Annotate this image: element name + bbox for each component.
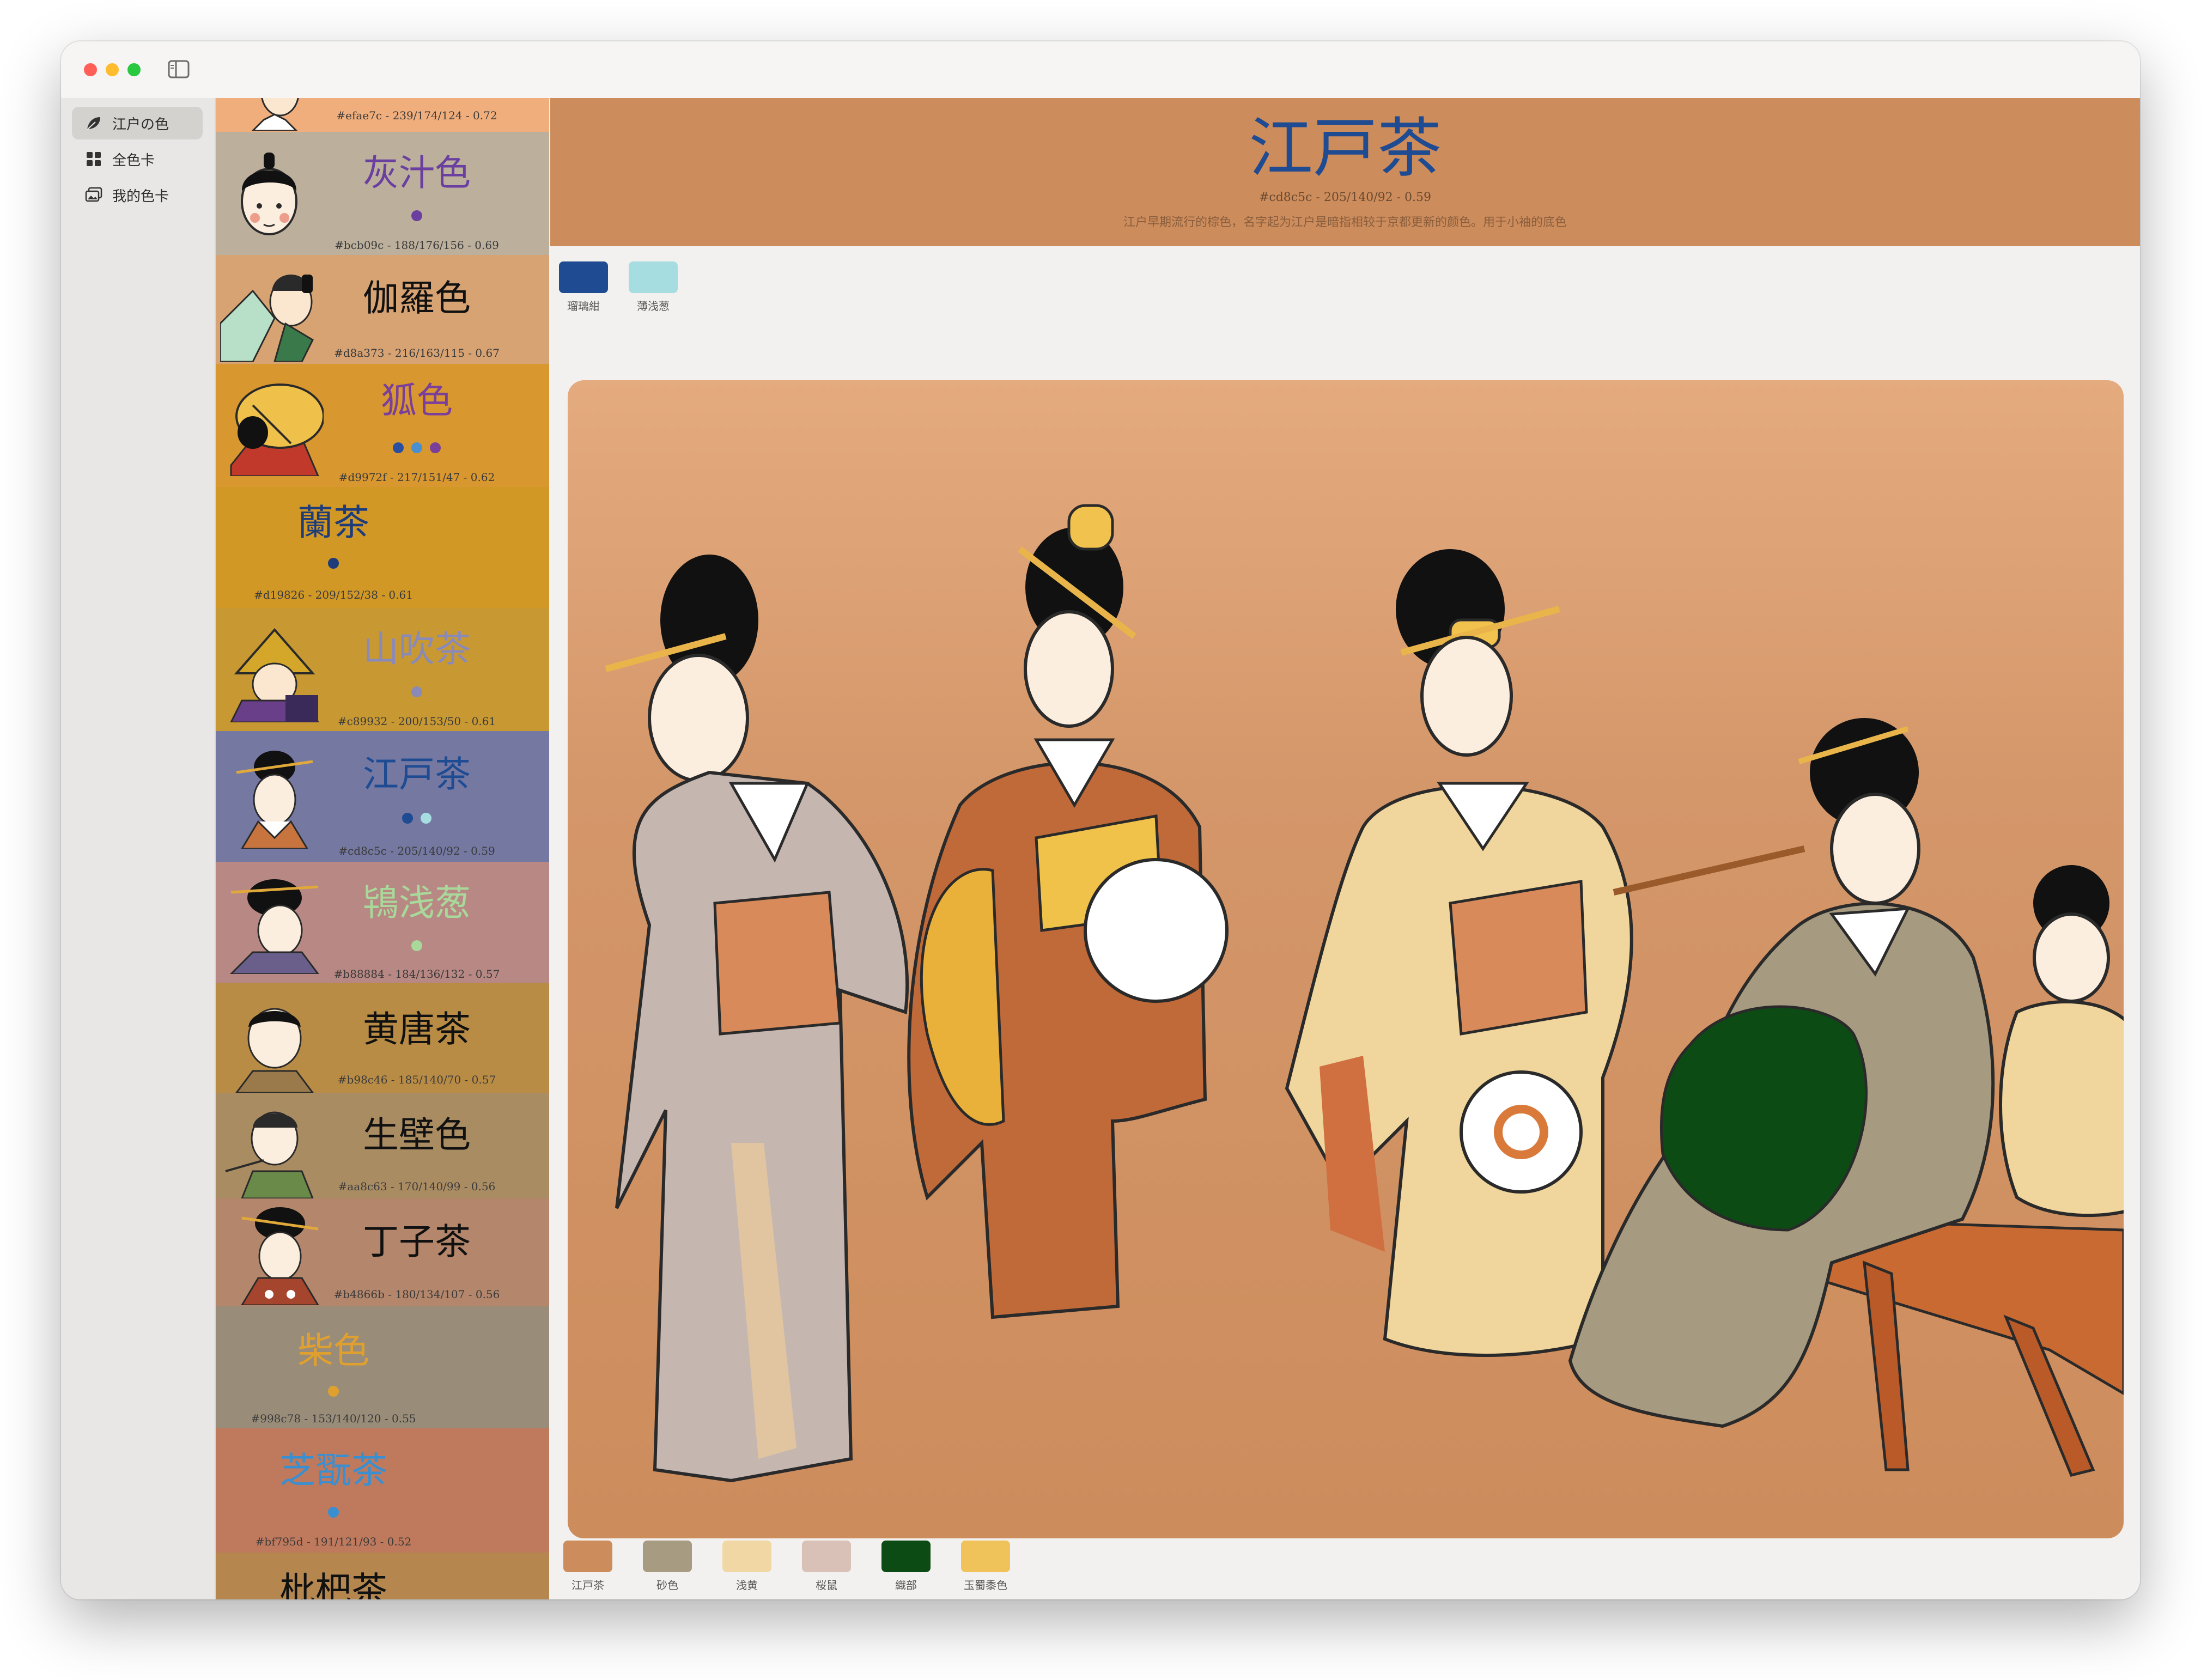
close-window-button[interactable]	[84, 63, 97, 76]
match-color-dot	[411, 940, 422, 951]
card-color-name: 丁子茶	[363, 1221, 471, 1263]
card-color-info: #d9972f - 217/151/47 - 0.62	[338, 471, 495, 484]
card-color-name: 江戸茶	[363, 753, 471, 795]
palette-swatch[interactable]	[961, 1541, 1010, 1572]
palette-label: 砂色	[656, 1579, 678, 1592]
card-color-info: #d8a373 - 216/163/115 - 0.67	[334, 346, 500, 360]
sidebar-item-label: 我的色卡	[112, 188, 169, 205]
match-color-dot	[411, 442, 422, 453]
minimize-window-button[interactable]	[106, 63, 119, 76]
match-color-swatch[interactable]	[559, 261, 608, 293]
palette-label: 桜鼠	[816, 1579, 837, 1592]
match-color-label: 薄浅葱	[637, 300, 670, 313]
sidebar-item-all-cards[interactable]: 全色卡	[72, 143, 203, 175]
match-color-dot	[328, 558, 339, 569]
title-bar	[61, 41, 2140, 99]
card-color-name: 狐色	[381, 380, 453, 422]
card-color-dots	[284, 813, 549, 824]
card-color-info: #bf795d - 191/121/93 - 0.52	[255, 1535, 412, 1548]
color-card-list[interactable]: #efae7c - 239/174/124 - 0.72 灰汁色 #bcb09c…	[216, 98, 549, 1599]
color-title: 江戸茶	[1248, 111, 1442, 186]
sidebar-item-label: 全色卡	[112, 152, 155, 169]
card-color-info: #c89932 - 200/153/50 - 0.61	[337, 715, 496, 728]
detail-pane: 江戸茶 #cd8c5c - 205/140/92 - 0.59 江户早期流行的棕…	[550, 98, 2140, 1599]
card-color-name: 鴇浅葱	[363, 882, 471, 924]
palette-label: 江戸茶	[571, 1579, 604, 1592]
card-color-name: 枇杷茶	[279, 1569, 387, 1599]
card-color-name: 灰汁色	[363, 152, 471, 194]
palette-swatch[interactable]	[802, 1541, 851, 1572]
card-color-info: #998c78 - 153/140/120 - 0.55	[251, 1412, 416, 1425]
color-card[interactable]: 鴇浅葱 #b88884 - 184/136/132 - 0.57	[216, 862, 549, 983]
grid-icon	[83, 148, 105, 170]
palette-swatch[interactable]	[563, 1541, 612, 1572]
app-window: 江户の色 全色卡 我的色卡 #efae7c - 239/174/124 - 0.…	[61, 41, 2140, 1599]
card-color-dots	[284, 940, 549, 951]
color-card-selected[interactable]: 江戸茶 #cd8c5c - 205/140/92 - 0.59	[216, 731, 549, 862]
color-card[interactable]: 枇杷茶	[216, 1553, 549, 1599]
card-color-name: 柴色	[297, 1330, 369, 1372]
card-color-dots	[284, 686, 549, 697]
color-card[interactable]: 生壁色 #aa8c63 - 170/140/99 - 0.56	[216, 1093, 549, 1198]
sidebar-item-label: 江户の色	[112, 116, 169, 133]
photo-stack-icon	[83, 184, 105, 206]
match-color-dot	[402, 813, 413, 824]
color-card[interactable]: 灰汁色 #bcb09c - 188/176/156 - 0.69	[216, 132, 549, 255]
sidebar-item-edo-colors[interactable]: 江户の色	[72, 107, 203, 139]
card-color-info: #d19826 - 209/152/38 - 0.61	[254, 588, 413, 601]
color-card[interactable]: #efae7c - 239/174/124 - 0.72	[216, 98, 549, 132]
color-card[interactable]: 山吹茶 #c89932 - 200/153/50 - 0.61	[216, 608, 549, 731]
palette-swatch[interactable]	[643, 1541, 692, 1572]
color-card[interactable]: 芝翫茶 #bf795d - 191/121/93 - 0.52	[216, 1428, 549, 1553]
sidebar-toggle-icon[interactable]	[168, 60, 190, 78]
palette-swatch[interactable]	[722, 1541, 771, 1572]
leaf-icon	[83, 112, 105, 134]
match-color-dot	[411, 686, 422, 697]
match-color-swatch[interactable]	[629, 261, 678, 293]
card-color-dots	[216, 1507, 500, 1518]
match-color-dot	[328, 1386, 339, 1397]
color-card[interactable]: 狐色 #d9972f - 217/151/47 - 0.62	[216, 364, 549, 487]
card-color-dots	[216, 1386, 500, 1397]
card-color-name: 伽羅色	[363, 277, 471, 319]
card-color-info: #aa8c63 - 170/140/99 - 0.56	[338, 1180, 496, 1193]
card-color-info: #bcb09c - 188/176/156 - 0.69	[335, 239, 499, 252]
match-color-dot	[328, 1507, 339, 1518]
card-color-info: #efae7c - 239/174/124 - 0.72	[336, 109, 497, 122]
palette-label: 玉蜀黍色	[964, 1579, 1007, 1592]
card-color-info: #b4866b - 180/134/107 - 0.56	[333, 1288, 500, 1301]
color-card[interactable]: 丁子茶 #b4866b - 180/134/107 - 0.56	[216, 1198, 549, 1306]
match-color-dot	[411, 210, 422, 221]
card-color-name: 山吹茶	[363, 628, 471, 670]
color-info: #cd8c5c - 205/140/92 - 0.59	[1258, 191, 1432, 204]
card-color-dots	[284, 442, 549, 453]
palette-swatch[interactable]	[881, 1541, 931, 1572]
card-color-info: #cd8c5c - 205/140/92 - 0.59	[338, 844, 495, 857]
card-color-dots	[216, 558, 500, 569]
sidebar: 江户の色 全色卡 我的色卡	[61, 98, 216, 1599]
zoom-window-button[interactable]	[127, 63, 141, 76]
card-color-name: 黄唐茶	[363, 1008, 471, 1050]
palette-label: 浅黄	[736, 1579, 758, 1592]
card-color-dots	[284, 210, 549, 221]
card-color-name: 蘭茶	[297, 502, 369, 544]
match-color-label: 瑠璃紺	[567, 300, 600, 313]
match-color-dot	[393, 442, 404, 453]
palette-label: 織部	[895, 1579, 917, 1592]
match-color-dot	[430, 442, 441, 453]
card-color-info: #b98c46 - 185/140/70 - 0.57	[337, 1073, 496, 1086]
card-color-name: 芝翫茶	[279, 1450, 387, 1492]
color-card[interactable]: 伽羅色 #d8a373 - 216/163/115 - 0.67	[216, 255, 549, 364]
color-description: 江户早期流行的棕色，名字起为江户是暗指相较于京都更新的颜色。用于小袖的底色	[1123, 216, 1567, 229]
card-color-info: #b88884 - 184/136/132 - 0.57	[333, 967, 500, 981]
card-color-name: 生壁色	[363, 1114, 471, 1156]
ukiyoe-illustration	[568, 380, 2124, 1538]
color-banner: 江戸茶 #cd8c5c - 205/140/92 - 0.59 江户早期流行的棕…	[550, 98, 2140, 246]
color-card[interactable]: 柴色 #998c78 - 153/140/120 - 0.55	[216, 1306, 549, 1428]
match-color-dot	[421, 813, 431, 824]
sidebar-item-my-cards[interactable]: 我的色卡	[72, 179, 203, 211]
color-card[interactable]: 蘭茶 #d19826 - 209/152/38 - 0.61	[216, 487, 549, 608]
color-card[interactable]: 黄唐茶 #b98c46 - 185/140/70 - 0.57	[216, 983, 549, 1093]
